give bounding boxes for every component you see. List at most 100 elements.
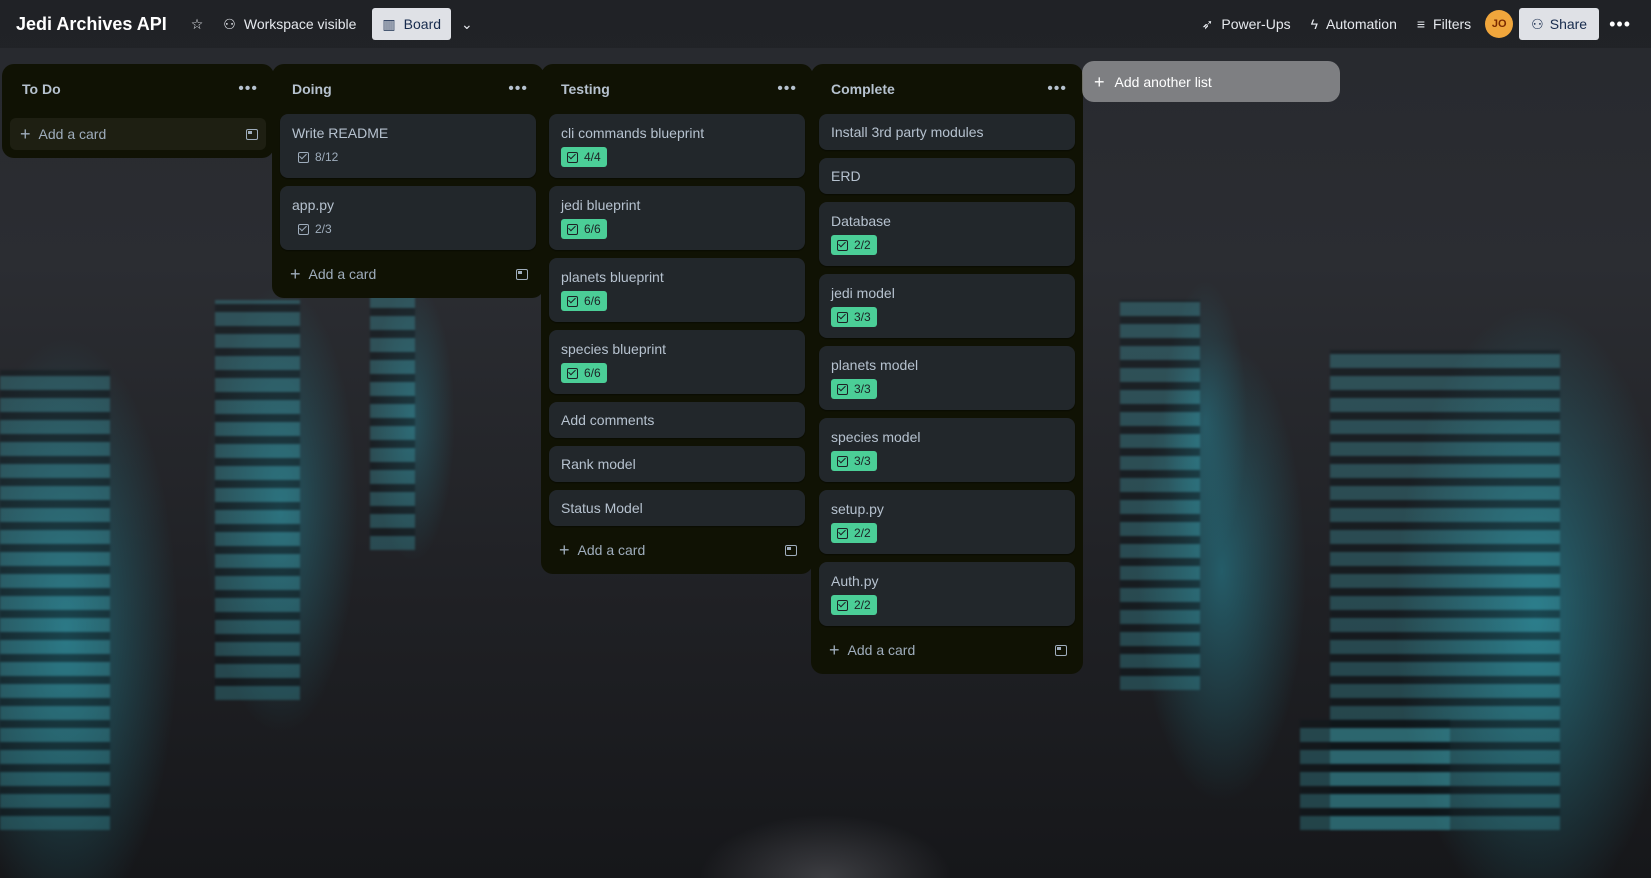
card-title: Auth.py — [831, 573, 879, 589]
background-shelf — [370, 290, 415, 550]
list-menu-button[interactable]: ••• — [1047, 80, 1067, 98]
add-card-button[interactable]: + Add a card — [10, 118, 266, 150]
list-title[interactable]: Complete — [831, 81, 895, 97]
checklist-badge: 3/3 — [831, 451, 877, 471]
list-header[interactable]: Complete ••• — [819, 64, 1075, 114]
card[interactable]: cli commands blueprint 4/4 — [549, 114, 805, 178]
list-title[interactable]: Doing — [292, 81, 332, 97]
checklist-badge: 6/6 — [561, 363, 607, 383]
card-template-icon[interactable] — [785, 544, 797, 556]
list-menu-button[interactable]: ••• — [238, 80, 258, 98]
power-ups-button[interactable]: ➶ Power-Ups — [1192, 8, 1301, 40]
card[interactable]: Status Model — [549, 490, 805, 526]
filters-label: Filters — [1433, 16, 1472, 32]
checklist-badge: 3/3 — [831, 379, 877, 399]
list-testing[interactable]: Testing ••• cli commands blueprint 4/4 jedi … — [541, 64, 813, 574]
card[interactable]: jedi model 3/3 — [819, 274, 1075, 338]
checklist-icon — [298, 223, 309, 235]
list-complete[interactable]: Complete ••• Install 3rd party modules ERD D… — [811, 64, 1083, 674]
card-title: species blueprint — [561, 341, 667, 357]
card[interactable]: Install 3rd party modules — [819, 114, 1075, 150]
card-title: Write README — [292, 125, 389, 141]
filters-button[interactable]: ≡ Filters — [1407, 8, 1481, 40]
background-shelf — [0, 370, 110, 830]
plus-icon: + — [829, 640, 840, 660]
checklist-badge: 3/3 — [831, 307, 877, 327]
checklist-badge: 8/12 — [292, 147, 344, 167]
chevron-down-icon: ⌄ — [461, 15, 473, 32]
card[interactable]: Write README 8/12 — [280, 114, 536, 178]
star-button[interactable]: ☆ — [181, 8, 214, 40]
checklist-count: 6/6 — [584, 294, 601, 308]
star-icon: ☆ — [190, 15, 204, 32]
avatar[interactable]: JO — [1485, 10, 1514, 38]
add-card-button[interactable]: + Add a card — [819, 634, 1075, 666]
card[interactable]: setup.py 2/2 — [819, 490, 1075, 554]
visibility-button[interactable]: ⚇ Workspace visible — [213, 8, 366, 40]
people-icon: ⚇ — [223, 15, 236, 32]
board-view-button[interactable]: ▥ Board — [372, 8, 452, 40]
card[interactable]: Database 2/2 — [819, 202, 1075, 266]
views-dropdown[interactable]: ⌄ — [451, 8, 483, 40]
add-list-button[interactable]: + Add another list — [1082, 61, 1340, 102]
add-card-label: Add a card — [577, 542, 646, 558]
list-title[interactable]: To Do — [22, 81, 61, 97]
card[interactable]: ERD — [819, 158, 1075, 194]
checklist-icon — [837, 599, 848, 611]
add-card-label: Add a card — [38, 126, 107, 142]
card[interactable]: planets model 3/3 — [819, 346, 1075, 410]
list-menu-button[interactable]: ••• — [777, 80, 797, 98]
background-shelf — [1120, 300, 1200, 690]
checklist-count: 2/3 — [315, 222, 332, 236]
board-title[interactable]: Jedi Archives API — [16, 14, 167, 35]
card-template-icon[interactable] — [246, 128, 258, 140]
card[interactable]: planets blueprint 6/6 — [549, 258, 805, 322]
board-icon: ▥ — [382, 15, 396, 32]
card[interactable]: species blueprint 6/6 — [549, 330, 805, 394]
visibility-label: Workspace visible — [243, 16, 357, 32]
checklist-icon — [567, 223, 578, 235]
power-ups-label: Power-Ups — [1221, 16, 1291, 32]
card-title: jedi blueprint — [561, 197, 641, 213]
background-shelf — [1300, 720, 1450, 830]
card[interactable]: species model 3/3 — [819, 418, 1075, 482]
background-shelf — [1330, 350, 1560, 830]
checklist-icon — [837, 239, 848, 251]
list-header[interactable]: Testing ••• — [549, 64, 805, 114]
card-title: planets blueprint — [561, 269, 664, 285]
card[interactable]: app.py 2/3 — [280, 186, 536, 250]
card[interactable]: Add comments — [549, 402, 805, 438]
checklist-badge: 6/6 — [561, 291, 607, 311]
plus-icon: + — [1094, 71, 1105, 92]
card-template-icon[interactable] — [1055, 644, 1067, 656]
list-header[interactable]: To Do ••• — [10, 64, 266, 114]
checklist-count: 6/6 — [584, 366, 601, 380]
card[interactable]: jedi blueprint 6/6 — [549, 186, 805, 250]
more-menu-button[interactable]: ••• — [1599, 14, 1641, 35]
background-shelf — [215, 300, 300, 700]
rocket-icon: ➶ — [1201, 15, 1214, 32]
add-card-label: Add a card — [847, 642, 916, 658]
list-header[interactable]: Doing ••• — [280, 64, 536, 114]
share-button[interactable]: ⚇ Share — [1519, 8, 1600, 40]
add-card-button[interactable]: + Add a card — [280, 258, 536, 290]
checklist-icon — [837, 455, 848, 467]
list-to-do[interactable]: To Do ••• + Add a card — [2, 64, 274, 158]
automation-button[interactable]: ϟ Automation — [1301, 8, 1407, 40]
card-title: setup.py — [831, 501, 884, 517]
add-card-button[interactable]: + Add a card — [549, 534, 805, 566]
card-template-icon[interactable] — [516, 268, 528, 280]
card[interactable]: Auth.py 2/2 — [819, 562, 1075, 626]
checklist-count: 3/3 — [854, 454, 871, 468]
card[interactable]: Rank model — [549, 446, 805, 482]
list-menu-button[interactable]: ••• — [508, 80, 528, 98]
list-title[interactable]: Testing — [561, 81, 610, 97]
plus-icon: + — [20, 124, 31, 144]
checklist-icon — [298, 151, 309, 163]
checklist-icon — [567, 151, 578, 163]
list-doing[interactable]: Doing ••• Write README 8/12 app.py 2/3 + Add a … — [272, 64, 544, 298]
card-title: cli commands blueprint — [561, 125, 705, 141]
checklist-icon — [837, 311, 848, 323]
checklist-count: 2/2 — [854, 526, 871, 540]
filter-icon: ≡ — [1416, 16, 1426, 32]
